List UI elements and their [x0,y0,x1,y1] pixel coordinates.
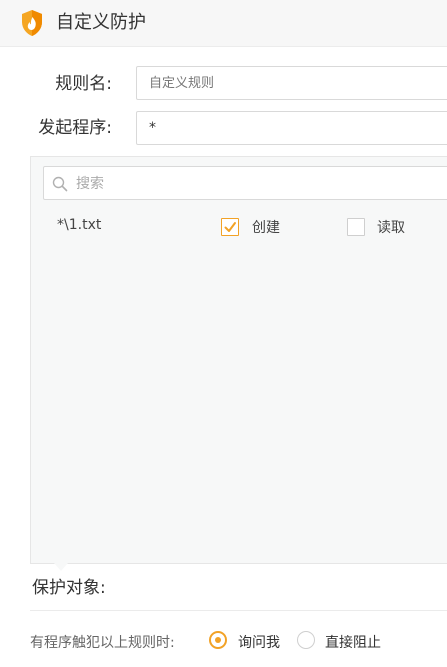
checkmark-icon [224,222,236,232]
trigger-label: 有程序触犯以上规则时: [30,635,175,651]
object-path: *\1.txt [57,217,102,233]
ask-me-label[interactable]: 询问我 [238,632,280,652]
protect-object-label: 保护对象: [32,578,106,598]
list-item[interactable]: *\1.txt 创建 读取 [31,215,447,239]
panel-pointer [54,563,68,571]
process-input[interactable] [136,111,447,145]
read-checkbox[interactable] [347,218,365,236]
window-title: 自定义防护 [56,12,146,33]
shield-flame-icon [22,10,42,36]
rule-name-input[interactable] [136,66,447,100]
divider [30,610,447,611]
protected-object-panel: *\1.txt 创建 读取 [30,156,447,564]
create-label: 创建 [252,220,280,236]
read-label: 读取 [377,220,405,236]
block-directly-label[interactable]: 直接阻止 [325,632,381,652]
title-bar: 自定义防护 [0,0,447,47]
rule-name-label: 规则名: [55,74,112,94]
custom-protection-dialog: 自定义防护 规则名: 发起程序: *\1.txt 创建 读取 保护对象: [0,0,447,667]
search-icon [52,176,68,192]
block-directly-radio[interactable] [297,631,315,649]
ask-me-radio[interactable] [209,631,227,649]
process-label: 发起程序: [38,118,112,138]
search-input[interactable] [74,167,447,201]
create-checkbox[interactable] [221,218,239,236]
search-box[interactable] [43,166,447,201]
